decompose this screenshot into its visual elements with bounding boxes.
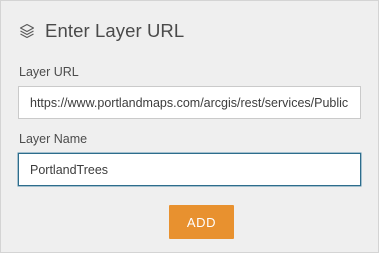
layers-icon [18, 22, 36, 40]
panel-title: Enter Layer URL [45, 20, 185, 41]
layer-url-label: Layer URL [19, 65, 79, 79]
add-button[interactable]: ADD [169, 205, 234, 239]
enter-layer-url-panel: Enter Layer URL Layer URL Layer Name ADD [0, 0, 379, 253]
layer-name-input[interactable] [18, 153, 361, 186]
layer-name-label: Layer Name [19, 132, 88, 146]
panel-header: Enter Layer URL [18, 19, 184, 43]
layer-url-input[interactable] [18, 86, 361, 119]
